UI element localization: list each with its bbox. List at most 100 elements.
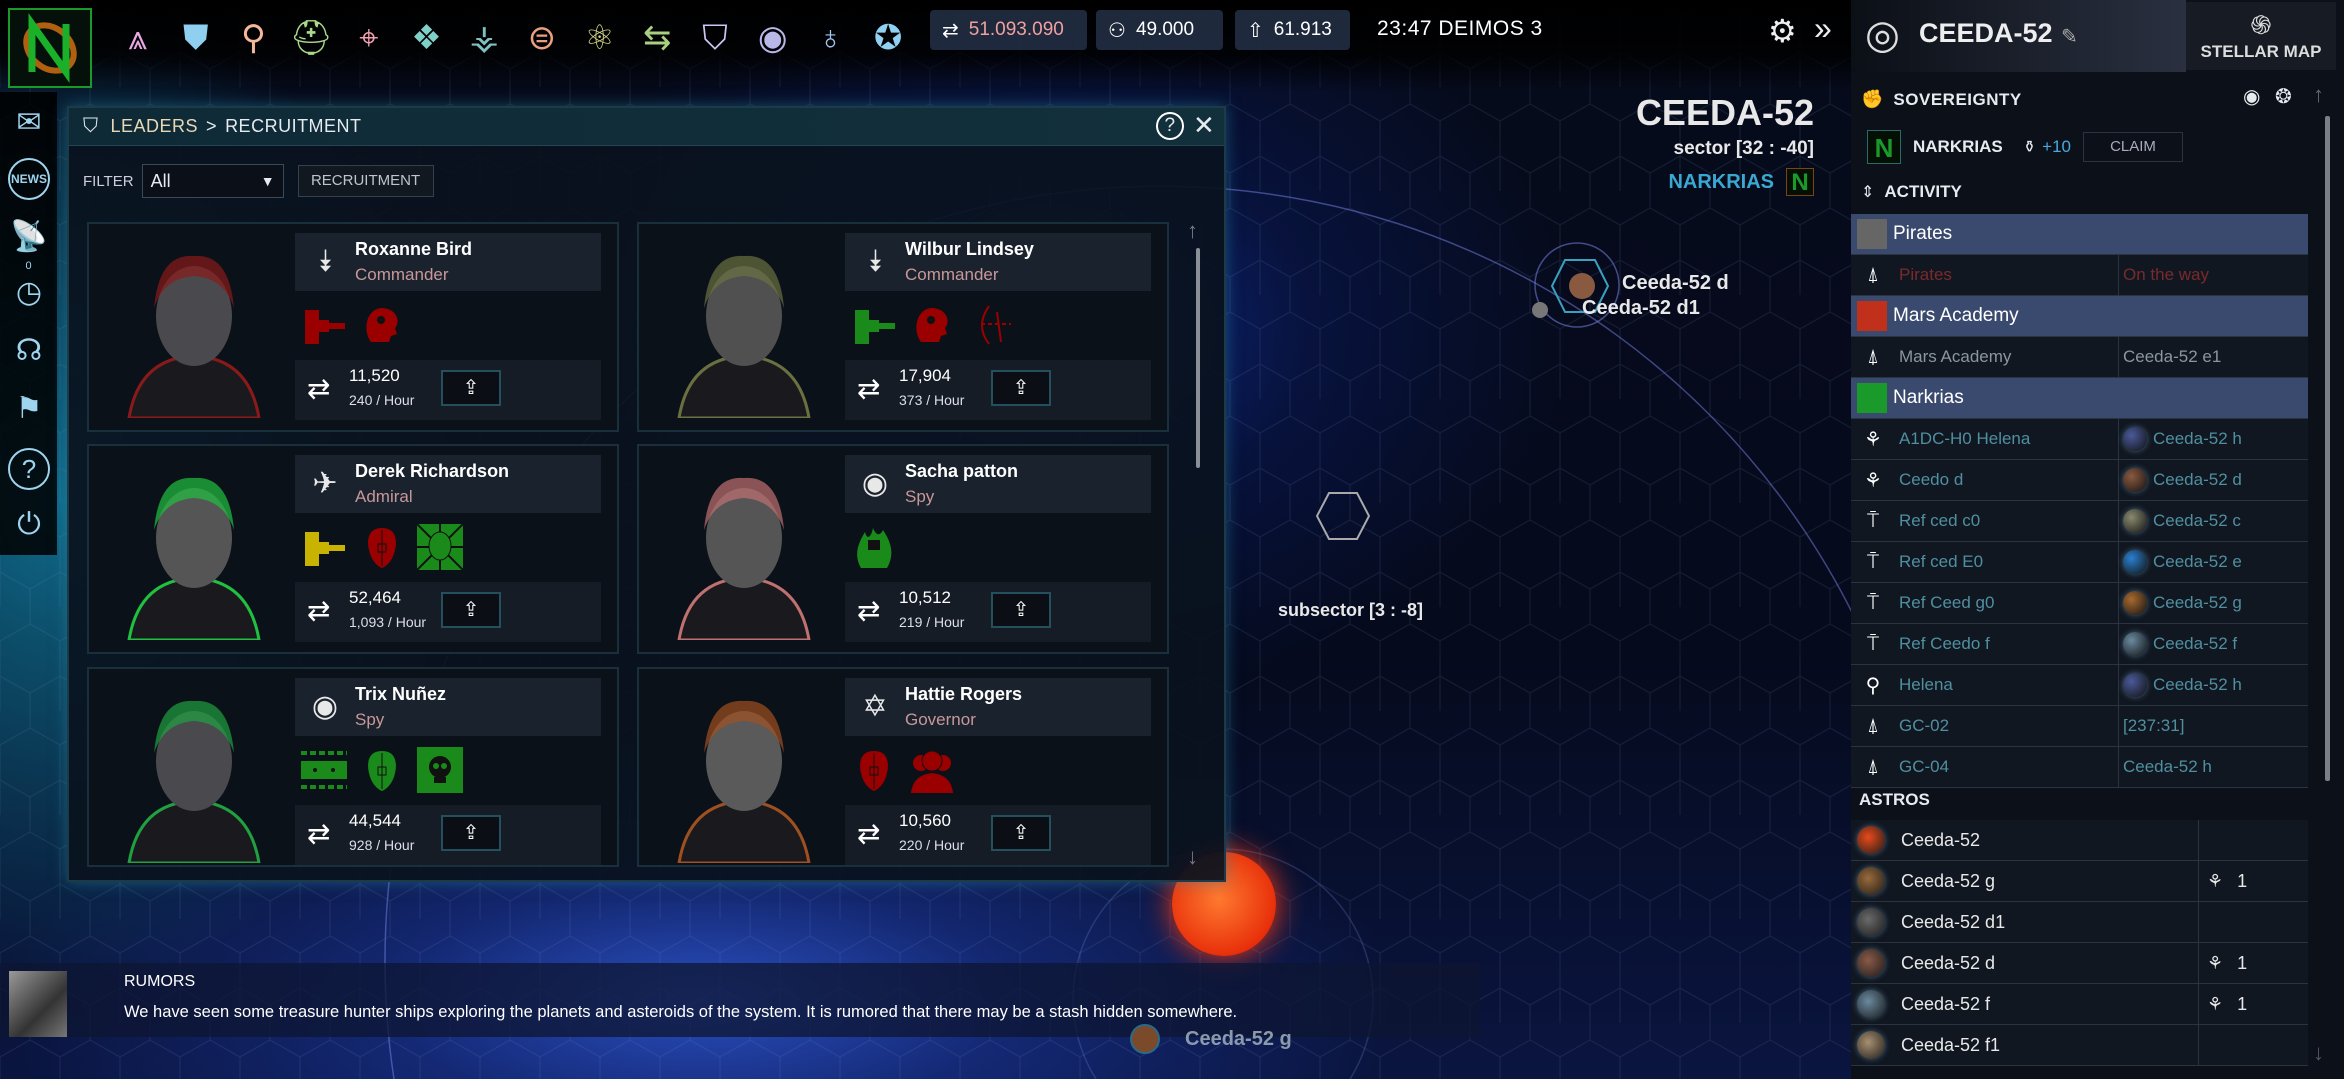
leader-card[interactable]: ◉ Sacha patton Spy ⇄ 10,512 219 / Hour ⇪ <box>637 444 1169 654</box>
scroll-down-arrow[interactable]: ↓ <box>1187 844 1198 870</box>
radar-icon[interactable]: 📡 <box>8 216 50 258</box>
armor-icon[interactable]: ⛊ <box>172 14 220 62</box>
resource-fleet-points[interactable]: ⇧ 61.913 <box>1235 10 1350 50</box>
map-label-d[interactable]: Ceeda-52 d <box>1622 272 1729 295</box>
faction-logo[interactable] <box>8 8 92 88</box>
leader-card[interactable]: ✡ Hattie Rogers Governor ⇄ 10,560 220 / Hour ⇪ <box>637 667 1169 867</box>
map-label-g[interactable]: Ceeda-52 g <box>1185 1028 1292 1051</box>
astro-row[interactable]: Ceeda-52 <box>1851 820 2308 861</box>
settings-gear-icon[interactable]: ⚙ <box>1768 12 1797 50</box>
activity-row[interactable]: ⚘ Ceedo d Ceeda-52 d <box>1851 460 2308 501</box>
activity-location[interactable]: Ceeda-52 f <box>2118 624 2237 664</box>
activity-row[interactable]: ⍋ GC-04 Ceeda-52 h <box>1851 747 2308 788</box>
activity-location[interactable]: Ceeda-52 h <box>2118 419 2242 459</box>
scroll-up-arrow[interactable]: ↑ <box>1187 218 1198 244</box>
medal-icon[interactable]: ✪ <box>864 14 912 62</box>
leader-card[interactable]: ✈ Derek Richardson Admiral ⇄ 52,464 1,093 / H… <box>87 444 619 654</box>
spy-eye-icon[interactable]: ◉ <box>749 14 797 62</box>
flag-icon[interactable]: ⚑ <box>8 388 50 430</box>
timer-icon[interactable]: ◷ <box>8 272 50 314</box>
leader-card[interactable]: ⯯ Wilbur Lindsey Commander ⇄ 17,904 373 / Hou… <box>637 222 1169 432</box>
activity-location[interactable]: On the way <box>2118 255 2209 295</box>
selected-hex[interactable] <box>1315 491 1371 541</box>
leader-card[interactable]: ⯯ Roxanne Bird Commander ⇄ 11,520 240 / Hour ⇪ <box>87 222 619 432</box>
activity-location[interactable]: Ceeda-52 h <box>2118 747 2212 787</box>
skill-split-head-icon[interactable] <box>359 524 405 570</box>
scrollbar-thumb[interactable] <box>1196 248 1200 468</box>
activity-location[interactable]: Ceeda-52 g <box>2118 583 2242 623</box>
activity-location[interactable]: Ceeda-52 e <box>2118 542 2242 582</box>
filter-select[interactable]: All ▼ <box>141 164 284 198</box>
skill-head-gear-icon[interactable] <box>359 302 405 348</box>
skill-group-icon[interactable] <box>909 747 955 793</box>
helmet-icon[interactable]: ⛑ <box>287 14 335 62</box>
claim-button[interactable]: CLAIM <box>2082 132 2183 162</box>
hire-button[interactable]: ⇪ <box>991 370 1051 406</box>
map-owner[interactable]: NARKRIAS <box>1668 171 1774 194</box>
hire-button[interactable]: ⇪ <box>441 815 501 851</box>
leader-card[interactable]: ◉ Trix Nuñez Spy ⇄ 44,544 928 / Hour ⇪ <box>87 667 619 867</box>
panel-scrollbar[interactable] <box>2325 116 2330 781</box>
astro-row[interactable]: Ceeda-52 d1 <box>1851 902 2308 943</box>
activity-row[interactable]: ⍋ GC-02 [237:31] <box>1851 706 2308 747</box>
news-icon[interactable]: NEWS <box>8 158 50 200</box>
astro-row[interactable]: Ceeda-52 d ⚘ 1 <box>1851 943 2308 984</box>
owner-name[interactable]: NARKRIAS <box>1913 137 2003 157</box>
crystal-icon[interactable]: ❂ <box>2275 84 2292 109</box>
activity-group-header[interactable]: Narkrias <box>1851 378 2308 419</box>
breadcrumb-leaders[interactable]: LEADERS <box>111 116 199 137</box>
research-atom-icon[interactable]: ⚛ <box>576 14 624 62</box>
activity-row[interactable]: ⍋ Pirates On the way <box>1851 255 2308 296</box>
moon-d1[interactable] <box>1532 302 1548 318</box>
skill-split-head-icon[interactable] <box>359 747 405 793</box>
scan-icon[interactable]: ◉ <box>2243 84 2260 109</box>
skill-archer-icon[interactable] <box>967 302 1013 348</box>
activity-row[interactable]: ⍑ Ref ced E0 Ceeda-52 e <box>1851 542 2308 583</box>
activity-location[interactable]: Ceeda-52 d <box>2118 460 2242 500</box>
leaders-icon[interactable]: ⛉ <box>691 14 739 62</box>
skill-turret-icon[interactable] <box>301 302 347 348</box>
resource-credits[interactable]: ⇄ 51.093.090 <box>930 10 1087 50</box>
hire-button[interactable]: ⇪ <box>441 370 501 406</box>
activity-group-header[interactable]: Pirates <box>1851 214 2308 255</box>
skill-turret-icon[interactable] <box>851 302 897 348</box>
skill-skull-icon[interactable] <box>417 747 463 793</box>
power-icon[interactable]: ⏻ <box>8 504 50 546</box>
leader-head-icon[interactable]: ⚲ <box>229 14 277 62</box>
skill-turret-icon[interactable] <box>301 524 347 570</box>
activity-location[interactable]: Ceeda-52 h <box>2118 665 2242 705</box>
activity-row[interactable]: ⍑ Ref ced c0 Ceeda-52 c <box>1851 501 2308 542</box>
tech-tree-icon[interactable]: ⚶ <box>460 14 508 62</box>
astro-row[interactable]: Ceeda-52 f ⚘ 1 <box>1851 984 2308 1025</box>
activity-row[interactable]: ⚘ A1DC-H0 Helena Ceeda-52 h <box>1851 419 2308 460</box>
activity-row[interactable]: ⍋ Mars Academy Ceeda-52 e1 <box>1851 337 2308 378</box>
activity-row[interactable]: ⍑ Ref Ceedo f Ceeda-52 f <box>1851 624 2308 665</box>
hire-button[interactable]: ⇪ <box>991 592 1051 628</box>
panel-scroll-down[interactable]: ↓ <box>2313 1040 2324 1066</box>
hire-button[interactable]: ⇪ <box>441 592 501 628</box>
skill-head-gear-icon[interactable] <box>909 302 955 348</box>
trade-arrows-icon[interactable]: ⇆ <box>633 14 681 62</box>
activity-location[interactable]: Ceeda-52 c <box>2118 501 2241 541</box>
target-icon[interactable]: ⌖ <box>345 14 393 62</box>
planet-icon[interactable]: ♁ <box>806 14 854 62</box>
stellar-map-button[interactable]: ֍ STELLAR MAP <box>2186 2 2336 70</box>
help-icon[interactable]: ? <box>8 448 50 490</box>
activity-location[interactable]: Ceeda-52 e1 <box>2118 337 2221 377</box>
mail-icon[interactable]: ✉ <box>8 102 50 144</box>
hire-button[interactable]: ⇪ <box>991 815 1051 851</box>
map-label-d1[interactable]: Ceeda-52 d1 <box>1582 297 1700 320</box>
activity-row[interactable]: ⚲ Helena Ceeda-52 h <box>1851 665 2308 706</box>
activity-location[interactable]: [237:31] <box>2118 706 2184 746</box>
planet-market-icon[interactable]: ⊜ <box>518 14 566 62</box>
support-icon[interactable]: ☊ <box>8 330 50 372</box>
help-icon[interactable]: ? <box>1156 112 1184 140</box>
recruitment-button[interactable]: RECRUITMENT <box>297 165 434 197</box>
astro-row[interactable]: Ceeda-52 g ⚘ 1 <box>1851 861 2308 902</box>
skill-radiant-head-icon[interactable] <box>416 523 464 571</box>
astro-row[interactable]: Ceeda-52 f1 <box>1851 1025 2308 1066</box>
planet-g-marker[interactable] <box>1130 1024 1160 1054</box>
edit-name-icon[interactable]: ✎ <box>2061 24 2078 49</box>
expand-panel-icon[interactable]: » <box>1814 10 1832 47</box>
skill-split-head-icon[interactable] <box>851 747 897 793</box>
